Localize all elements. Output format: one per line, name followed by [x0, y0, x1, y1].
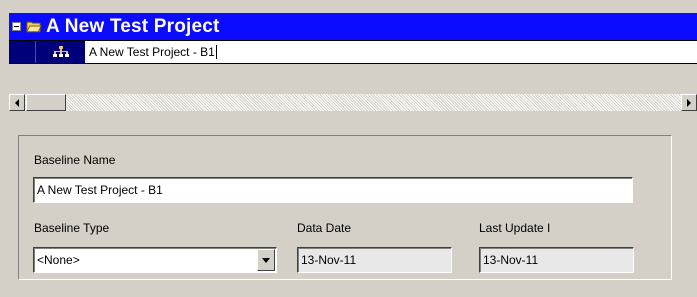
last-update-field: 13-Nov-11: [479, 247, 634, 273]
text-caret: [215, 45, 217, 59]
baseline-details-panel: Baseline Name A New Test Project - B1 Ba…: [18, 135, 672, 280]
data-date-field: 13-Nov-11: [297, 247, 452, 273]
project-title: A New Test Project: [46, 15, 220, 37]
top-strip: [0, 0, 697, 13]
collapse-minus-icon[interactable]: [12, 22, 21, 31]
arrow-right-icon[interactable]: [681, 94, 697, 111]
data-date-label: Data Date: [297, 221, 352, 235]
scrollbar-thumb[interactable]: [26, 94, 66, 111]
baseline-row-value: A New Test Project - B1: [89, 45, 215, 59]
folder-open-icon: [26, 20, 42, 33]
baseline-type-label: Baseline Type: [34, 221, 110, 235]
project-title-bar[interactable]: A New Test Project: [9, 13, 697, 40]
arrow-left-icon[interactable]: [9, 94, 25, 111]
last-update-value: 13-Nov-11: [483, 253, 539, 267]
baseline-name-value: A New Test Project - B1: [37, 183, 163, 197]
baseline-row[interactable]: A New Test Project - B1: [9, 40, 697, 64]
baseline-type-select[interactable]: <None>: [33, 247, 277, 273]
chevron-down-icon[interactable]: [257, 249, 275, 271]
baseline-type-value: <None>: [37, 253, 80, 267]
horizontal-scrollbar[interactable]: [9, 94, 697, 111]
data-date-value: 13-Nov-11: [301, 253, 357, 267]
baseline-name-field[interactable]: A New Test Project - B1: [33, 177, 633, 203]
row-selector-cell[interactable]: [9, 41, 35, 63]
baseline-row-edit[interactable]: A New Test Project - B1: [85, 41, 217, 63]
baseline-hierarchy-icon: [35, 41, 85, 63]
last-update-label: Last Update I: [479, 221, 551, 235]
separator: [0, 111, 697, 127]
baseline-name-label: Baseline Name: [34, 153, 116, 167]
